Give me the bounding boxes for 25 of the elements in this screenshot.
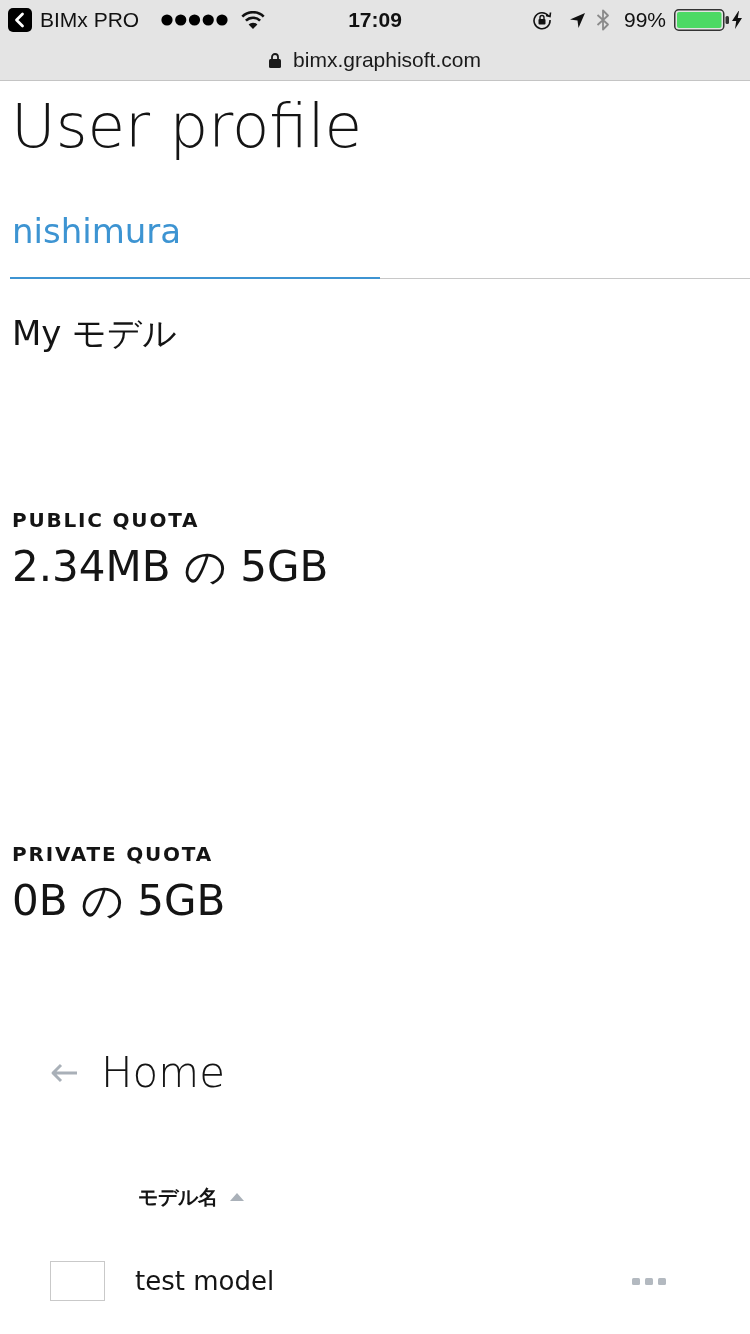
quota-label: PRIVATE QUOTA xyxy=(12,841,214,867)
thumbnail-placeholder xyxy=(50,1261,105,1301)
quota-label: PUBLIC QUOTA xyxy=(12,507,200,533)
home-link[interactable]: Home xyxy=(50,1048,226,1098)
quota-value: 0B の 5GB xyxy=(12,876,226,926)
column-header[interactable]: モデル名 xyxy=(138,1182,244,1212)
lock-icon xyxy=(269,52,282,68)
rotation-lock-icon xyxy=(531,10,552,30)
model-name[interactable]: test model xyxy=(135,1264,275,1298)
quota-value: 2.34MB の 5GB xyxy=(12,542,329,592)
wifi-icon xyxy=(241,11,266,29)
back-to-app-button[interactable]: BIMx PRO xyxy=(8,8,140,32)
signal-icon xyxy=(161,14,229,26)
location-arrow-icon xyxy=(569,12,585,28)
page-title: User profile xyxy=(10,89,364,163)
back-icon xyxy=(8,8,32,32)
clock-time: 17:09 xyxy=(348,8,402,32)
bluetooth-icon xyxy=(594,9,611,31)
charging-bolt-icon xyxy=(732,11,742,29)
battery-icon xyxy=(674,9,729,31)
back-arrow-icon xyxy=(50,1063,78,1083)
address-bar-url[interactable]: bimx.graphisoft.com xyxy=(293,47,481,73)
more-icon[interactable] xyxy=(632,1277,666,1285)
battery-percentage: 99% xyxy=(623,8,666,32)
section-heading: My モデル xyxy=(11,312,179,355)
